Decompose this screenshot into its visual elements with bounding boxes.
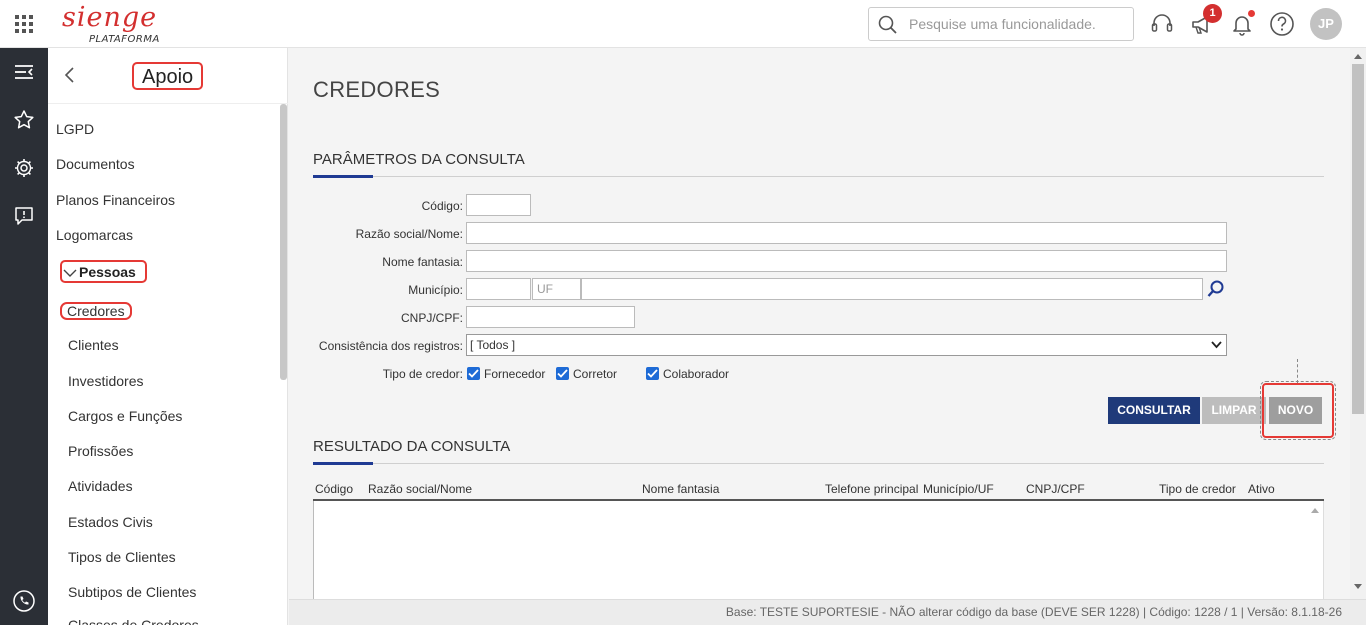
- apps-grid-icon[interactable]: [15, 15, 33, 33]
- colaborador-label: Colaborador: [663, 367, 730, 381]
- corretor-label: Corretor: [573, 367, 618, 381]
- sidebar-item-clientes[interactable]: Clientes: [68, 334, 119, 356]
- feedback-icon[interactable]: [12, 204, 36, 228]
- column-header-municipio-uf[interactable]: Município/UF: [923, 482, 994, 496]
- sidebar-item-lgpd[interactable]: LGPD: [56, 118, 94, 140]
- logo-wordmark: sienge: [62, 2, 158, 33]
- sidebar-group-pessoas[interactable]: Pessoas: [60, 260, 147, 283]
- sidebar-item-tipos-clientes[interactable]: Tipos de Clientes: [68, 546, 176, 568]
- status-footer: Base: TESTE SUPORTESIE - NÃO alterar cód…: [289, 599, 1366, 625]
- sidebar-title: Apoio: [132, 62, 204, 90]
- consistencia-label: Consistência dos registros:: [318, 339, 463, 353]
- consistencia-select[interactable]: [ Todos ]: [466, 334, 1227, 356]
- cnpj-cpf-field[interactable]: [466, 306, 635, 328]
- column-header-telefone[interactable]: Telefone principal: [825, 482, 918, 496]
- sidebar: Apoio LGPD Documentos Planos Financeiros…: [48, 48, 288, 625]
- left-rail: [0, 48, 48, 625]
- tipo-credor-label: Tipo de credor:: [382, 367, 463, 381]
- search-box[interactable]: [868, 7, 1134, 41]
- checkbox-checked-icon: [467, 367, 480, 380]
- municipio-search-icon[interactable]: [1206, 279, 1226, 299]
- sidebar-item-documentos[interactable]: Documentos: [56, 153, 135, 175]
- results-section-title: RESULTADO DA CONSULTA: [313, 438, 511, 455]
- notification-count-badge: 1: [1203, 4, 1222, 23]
- logo[interactable]: sienge PLATAFORMA: [60, 2, 170, 46]
- municipio-name-field[interactable]: [581, 278, 1203, 300]
- sidebar-item-estados-civis[interactable]: Estados Civis: [68, 511, 153, 533]
- uf-field[interactable]: [532, 278, 581, 300]
- fantasia-label: Nome fantasia:: [382, 255, 463, 269]
- razao-social-field[interactable]: [466, 222, 1227, 244]
- cnpj-label: CNPJ/CPF:: [400, 311, 463, 325]
- nome-fantasia-field[interactable]: [466, 250, 1227, 272]
- column-header-codigo[interactable]: Código: [315, 482, 353, 496]
- colaborador-checkbox[interactable]: Colaborador: [646, 366, 736, 382]
- page-title: CREDORES: [313, 77, 441, 102]
- column-header-nome-fantasia[interactable]: Nome fantasia: [642, 482, 719, 496]
- chevron-down-icon: [63, 269, 77, 277]
- codigo-field[interactable]: [466, 194, 531, 216]
- limpar-button[interactable]: LIMPAR: [1202, 397, 1266, 424]
- top-bar: sienge PLATAFORMA 1 JP: [0, 0, 1366, 48]
- results-divider: [313, 462, 1324, 465]
- phone-icon[interactable]: [12, 589, 36, 613]
- sidebar-item-subtipos-clientes[interactable]: Subtipos de Clientes: [68, 581, 196, 603]
- footer-status-text: Base: TESTE SUPORTESIE - NÃO alterar cód…: [725, 605, 1342, 619]
- sidebar-scrollbar[interactable]: [280, 104, 287, 380]
- razao-label: Razão social/Nome:: [355, 227, 463, 241]
- municipio-code-field[interactable]: [466, 278, 531, 300]
- page-scrollbar[interactable]: [1350, 48, 1366, 599]
- main-content: CREDORES PARÂMETROS DA CONSULTA Código: …: [289, 48, 1350, 599]
- sidebar-item-logomarcas[interactable]: Logomarcas: [56, 224, 133, 246]
- gear-icon[interactable]: [12, 156, 36, 180]
- results-table-body[interactable]: [313, 501, 1324, 599]
- column-header-tipo-credor[interactable]: Tipo de credor: [1159, 482, 1236, 496]
- sidebar-item-cargos-funcoes[interactable]: Cargos e Funções: [68, 405, 182, 427]
- sidebar-group-label: Pessoas: [79, 264, 136, 280]
- logo-subtitle: PLATAFORMA: [89, 34, 160, 45]
- scroll-up-arrow-icon[interactable]: [1354, 53, 1362, 59]
- municipio-label: Município:: [408, 283, 463, 297]
- sidebar-header: Apoio: [48, 48, 288, 104]
- consultar-button[interactable]: CONSULTAR: [1108, 397, 1200, 424]
- params-section-title: PARÂMETROS DA CONSULTA: [313, 151, 525, 168]
- highlight-guide-line: [1297, 359, 1298, 383]
- column-header-cnpj-cpf[interactable]: CNPJ/CPF: [1026, 482, 1085, 496]
- params-divider: [313, 175, 1324, 178]
- search-icon: [878, 15, 897, 34]
- consistencia-selected-value: [ Todos ]: [470, 338, 516, 352]
- fornecedor-label: Fornecedor: [484, 367, 546, 381]
- sidebar-item-profissoes[interactable]: Profissões: [68, 440, 133, 462]
- chevron-down-icon: [1211, 341, 1222, 349]
- checkbox-checked-icon: [646, 367, 659, 380]
- scroll-down-arrow-icon[interactable]: [1354, 584, 1362, 590]
- avatar[interactable]: JP: [1310, 8, 1342, 40]
- scroll-up-arrow-icon[interactable]: [1311, 507, 1319, 513]
- codigo-label: Código:: [421, 199, 463, 213]
- fornecedor-checkbox[interactable]: Fornecedor: [467, 366, 557, 382]
- help-icon[interactable]: [1269, 11, 1295, 37]
- column-header-ativo[interactable]: Ativo: [1248, 482, 1275, 496]
- sidebar-item-planos-financeiros[interactable]: Planos Financeiros: [56, 189, 175, 211]
- checkbox-checked-icon: [556, 367, 569, 380]
- corretor-checkbox[interactable]: Corretor: [556, 366, 626, 382]
- search-input[interactable]: [909, 14, 1124, 34]
- scrollbar-thumb[interactable]: [1352, 64, 1364, 414]
- bell-alert-dot: [1248, 10, 1255, 17]
- star-icon[interactable]: [12, 108, 36, 132]
- sidebar-item-classes-credores[interactable]: Classes de Credores: [68, 614, 199, 625]
- sidebar-item-credores[interactable]: Credores: [60, 302, 132, 320]
- chevron-left-icon[interactable]: [62, 66, 78, 84]
- novo-highlight-frame: [1260, 381, 1336, 440]
- menu-collapse-icon[interactable]: [12, 60, 36, 84]
- sidebar-item-investidores[interactable]: Investidores: [68, 370, 143, 392]
- headset-icon[interactable]: [1149, 11, 1175, 37]
- sidebar-item-atividades[interactable]: Atividades: [68, 475, 133, 497]
- column-header-razao-social[interactable]: Razão social/Nome: [368, 482, 472, 496]
